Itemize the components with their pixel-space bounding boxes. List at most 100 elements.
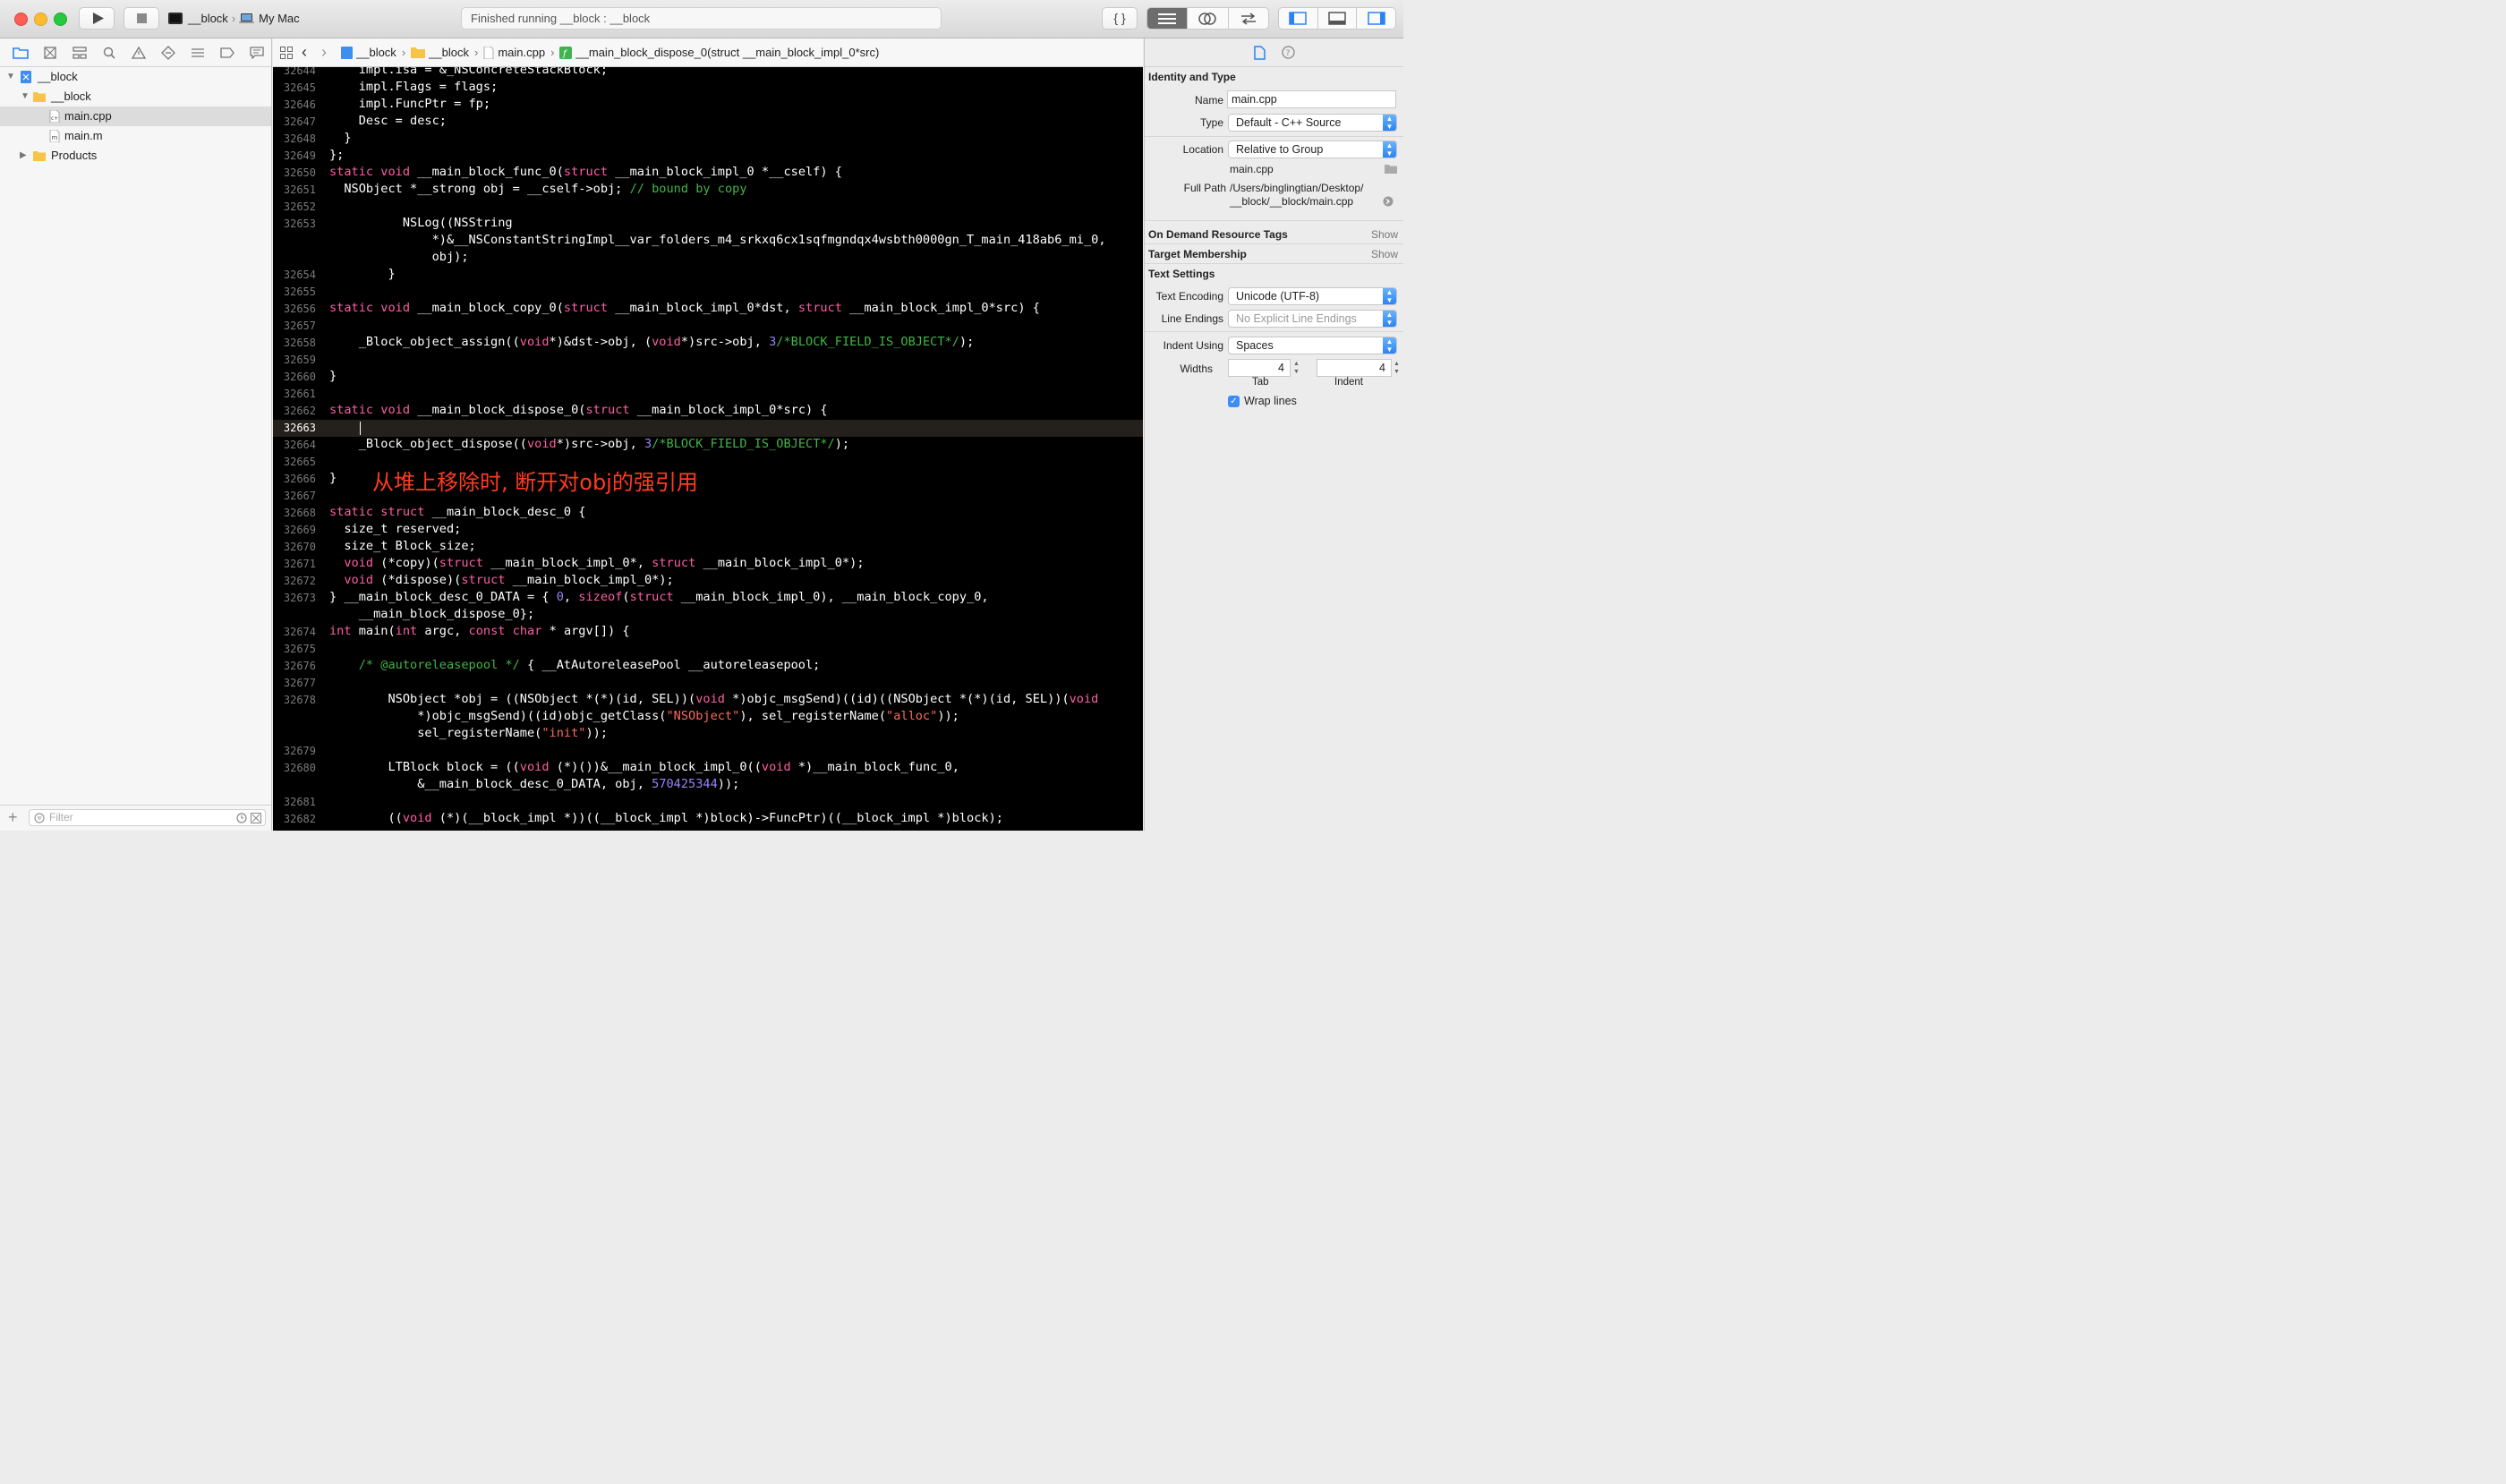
code-line: void (*dispose)(struct __main_block_impl…	[344, 573, 674, 587]
hierarchy-icon	[72, 46, 87, 59]
run-button[interactable]	[79, 7, 115, 30]
close-window-button[interactable]	[14, 13, 28, 26]
on-demand-resource-tags-title: On Demand Resource Tags	[1148, 228, 1288, 241]
code-line: };	[329, 148, 345, 162]
filter-input[interactable]: Filter	[29, 809, 266, 826]
indent-width-field[interactable]: 4	[1317, 359, 1392, 377]
test-navigator-tab[interactable]	[153, 45, 183, 60]
scm-filter-icon[interactable]	[251, 813, 261, 823]
jump-crumb-symbol[interactable]: f __main_block_dispose_0(struct __main_b…	[559, 46, 879, 59]
type-popup[interactable]: Default - C++ Source ▲ ▼	[1228, 114, 1397, 132]
issue-navigator-tab[interactable]	[124, 46, 153, 59]
venn-icon	[1198, 12, 1217, 25]
toggle-navigator-button[interactable]	[1279, 8, 1318, 29]
tree-item-project[interactable]: ▼ __block	[0, 67, 271, 87]
symbol-navigator-tab[interactable]	[64, 46, 94, 59]
jump-crumb-group[interactable]: __block	[411, 46, 469, 59]
tree-item-main-m[interactable]: m main.m	[0, 126, 271, 146]
name-field[interactable]: main.cpp	[1227, 90, 1396, 108]
line-number: 32647	[283, 115, 316, 128]
search-icon	[103, 47, 115, 59]
tab-width-stepper[interactable]: ▲ ▼	[1292, 360, 1300, 376]
line-number: 32648	[283, 132, 316, 145]
jump-crumb-file[interactable]: main.cpp	[483, 46, 545, 59]
tree-item-label: Products	[51, 149, 98, 162]
file-inspector-icon[interactable]	[1253, 45, 1266, 60]
source-editor[interactable]: 32644 impl.isa = &_NSConcreteStackBlock;…	[273, 67, 1143, 831]
code-line: static struct __main_block_desc_0 {	[329, 505, 586, 519]
tree-item-group[interactable]: ▼ __block	[0, 87, 271, 107]
scheme-selector[interactable]: __block › My Mac	[168, 7, 300, 30]
widths-label: Widths	[1180, 362, 1213, 375]
disclosure-expanded-icon[interactable]: ▼	[21, 87, 30, 107]
jump-crumb-project[interactable]: __block	[341, 46, 396, 59]
popup-arrows-icon: ▲ ▼	[1383, 337, 1396, 354]
crumb-label: __main_block_dispose_0(struct __main_blo…	[575, 46, 880, 59]
arrows-swap-icon	[1240, 12, 1256, 25]
assistant-editor-button[interactable]	[1188, 8, 1229, 29]
recent-files-icon[interactable]	[236, 813, 247, 823]
find-navigator-tab[interactable]	[94, 47, 124, 59]
forward-icon[interactable]: ›	[321, 43, 327, 62]
debug-navigator-tab[interactable]	[183, 47, 212, 58]
breakpoint-navigator-tab[interactable]	[212, 47, 242, 58]
line-number: 32659	[283, 354, 316, 366]
disclosure-expanded-icon[interactable]: ▼	[6, 67, 15, 87]
laptop-icon	[239, 13, 255, 23]
tree-item-products[interactable]: ▶ Products	[0, 146, 271, 166]
left-panel-icon	[1289, 12, 1308, 25]
svg-text:c+: c+	[51, 115, 58, 122]
indent-caption: Indent	[1334, 377, 1363, 388]
back-icon[interactable]: ‹	[302, 43, 307, 62]
play-icon	[93, 13, 104, 24]
divider	[1145, 263, 1403, 264]
speech-bubble-icon	[249, 46, 264, 59]
tree-item-main-cpp[interactable]: c+ main.cpp	[0, 107, 271, 126]
indent-using-value: Spaces	[1236, 339, 1274, 352]
indent-using-popup[interactable]: Spaces ▲ ▼	[1228, 337, 1397, 354]
stop-icon	[137, 13, 147, 23]
zoom-window-button[interactable]	[54, 13, 67, 26]
quick-help-icon[interactable]: ?	[1281, 46, 1295, 59]
tab-caption: Tab	[1252, 377, 1269, 388]
toggle-inspector-button[interactable]	[1357, 8, 1395, 29]
objc-file-icon: m	[49, 130, 60, 142]
disclosure-collapsed-icon[interactable]: ▶	[20, 146, 27, 166]
filter-placeholder: Filter	[49, 811, 73, 823]
project-navigator: ▼ __block ▼ __block c+ main.cpp m main.m…	[0, 38, 272, 831]
add-icon[interactable]: +	[8, 808, 18, 827]
line-number: 32669	[283, 524, 316, 536]
choose-folder-icon[interactable]	[1385, 164, 1397, 174]
line-number: 32664	[283, 439, 316, 451]
library-button[interactable]: { }	[1102, 7, 1138, 30]
standard-editor-button[interactable]	[1147, 8, 1189, 29]
code-line: size_t reserved;	[329, 522, 462, 536]
target-membership-show-button[interactable]: Show	[1371, 248, 1398, 260]
report-navigator-tab[interactable]	[242, 46, 271, 59]
line-number: 32657	[283, 320, 316, 332]
reveal-in-finder-icon[interactable]	[1383, 196, 1394, 207]
line-number: 32650	[283, 166, 316, 179]
line-endings-popup[interactable]: No Explicit Line Endings ▲ ▼	[1228, 310, 1397, 328]
filter-icon	[34, 813, 45, 823]
location-popup[interactable]: Relative to Group ▲ ▼	[1228, 141, 1397, 158]
wrap-lines-checkbox[interactable]: ✓	[1228, 396, 1240, 407]
toggle-debug-area-button[interactable]	[1318, 8, 1358, 29]
text-encoding-popup[interactable]: Unicode (UTF-8) ▲ ▼	[1228, 287, 1397, 305]
folder-icon	[33, 151, 46, 161]
stop-button[interactable]	[124, 7, 159, 30]
related-items-icon[interactable]	[280, 46, 293, 59]
code-line: /* @autoreleasepool */ { __AtAutorelease…	[358, 658, 821, 672]
minimize-window-button[interactable]	[34, 13, 47, 26]
line-number: 32662	[283, 405, 316, 417]
source-control-navigator-tab[interactable]	[35, 46, 64, 59]
tab-width-field[interactable]: 4	[1228, 359, 1291, 377]
on-demand-show-button[interactable]: Show	[1371, 228, 1398, 241]
destination-name: My Mac	[259, 12, 300, 25]
version-editor-button[interactable]	[1229, 8, 1268, 29]
type-label: Type	[1199, 116, 1223, 129]
indent-width-stepper[interactable]: ▲ ▼	[1393, 360, 1401, 376]
line-number: 32675	[283, 643, 316, 655]
line-number: 32666	[283, 473, 316, 485]
project-navigator-tab[interactable]	[5, 47, 35, 59]
